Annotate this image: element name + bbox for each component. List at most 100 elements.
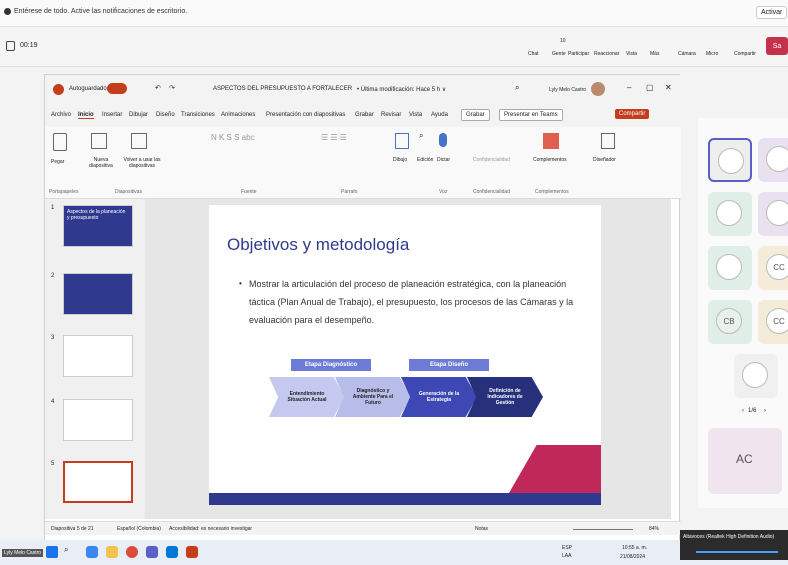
paste-button[interactable]: Pegar [51,159,64,165]
tab-insertar[interactable]: Insertar [102,112,122,118]
tab-dibujar[interactable]: Dibujar [129,112,148,118]
tab-grabar[interactable]: Grabar [355,112,374,118]
taskbar-user-label: Lyly Melo Castro [2,549,44,557]
files-icon[interactable] [86,546,98,558]
chat-button[interactable]: Chat [528,51,539,57]
slide-thumbnail-selected[interactable] [63,461,133,503]
participant-tile[interactable] [758,138,788,182]
avatar [718,148,744,174]
drawing-icon[interactable] [395,133,409,149]
powerpoint-taskbar-icon[interactable] [186,546,198,558]
autosave-toggle[interactable] [107,83,127,94]
slide-thumbnail[interactable]: Aspectos de la planeación y presupuesto [63,205,133,247]
paste-icon[interactable] [53,133,67,151]
new-slide-button[interactable]: Nueva diapositiva [83,157,119,169]
designer-button[interactable]: Diseñador [593,157,616,163]
slide-thumbnail[interactable] [63,273,133,315]
pager-next-icon[interactable]: › [764,408,766,414]
ribbon-tabs: Archivo Inicio Insertar Dibujar Diseño T… [45,105,681,127]
dictate-button[interactable]: Dictar [437,157,450,163]
tab-ayuda[interactable]: Ayuda [431,112,448,118]
start-icon[interactable] [46,546,58,558]
slide-thumbnail[interactable] [63,335,133,377]
minimize-icon[interactable]: – [627,83,631,92]
leave-button[interactable]: Sa [766,37,788,55]
folder-icon[interactable] [106,546,118,558]
redo-icon[interactable]: ↷ [169,84,175,92]
activate-notifications-button[interactable]: Activar [756,6,788,19]
title-bar: Autoguardado ↶ ↷ ASPECTOS DEL PRESUPUEST… [45,75,681,105]
addins-icon[interactable] [543,133,559,149]
participant-tile[interactable]: CB [708,300,752,344]
current-slide[interactable]: Objetivos y metodología • Mostrar la art… [209,205,601,505]
tab-animaciones[interactable]: Animaciones [221,112,255,118]
view-button[interactable]: Vista [626,51,637,57]
maximize-icon[interactable]: ▢ [646,83,654,92]
language-status[interactable]: Español (Colombia) [117,526,161,532]
tab-vista[interactable]: Vista [409,112,422,118]
tab-transiciones[interactable]: Transiciones [181,112,215,118]
close-icon[interactable]: ✕ [665,83,672,92]
participant-tile[interactable] [734,354,778,398]
accessibility-status[interactable]: Accesibilidad: es necesario investigar [169,526,252,532]
participant-tile[interactable]: AC [708,428,782,494]
drawing-button[interactable]: Dibujo [393,157,407,163]
taskbar-search-icon[interactable]: ⌕ [64,545,68,555]
people-button[interactable]: Gente [552,51,566,57]
undo-icon[interactable]: ↶ [155,84,161,92]
last-modified[interactable]: • Última modificación: Hace 5 h ∨ [357,86,446,93]
share-ppt-button[interactable]: Compartir [615,109,650,119]
zoom-slider[interactable] [573,529,633,530]
sensitivity-button[interactable]: Confidencialidad [473,157,510,163]
search-icon[interactable]: ⌕ [515,83,519,93]
powerpoint-logo-icon [53,84,64,95]
editing-button[interactable]: Edición [417,157,433,163]
user-name[interactable]: Lyly Melo Castro [549,87,586,93]
mic-button[interactable]: Micro [706,51,718,57]
thumb-number: 1 [51,205,55,211]
paragraph-controls[interactable]: ☰ ☰ ☰ [321,133,381,173]
edit-search-icon[interactable]: ⌕ [419,131,423,141]
participant-tile[interactable] [758,192,788,236]
react-button[interactable]: Reaccionar [594,51,619,57]
chrome-icon[interactable] [126,546,138,558]
group-portapapeles: Portapapeles [49,189,79,195]
share-button[interactable]: Compartir [734,51,756,57]
avatar: CB [716,308,742,334]
microphone-icon[interactable] [439,133,447,147]
notes-button[interactable]: Notas [475,526,488,532]
clock-time[interactable]: 10:55 a. m. [622,545,647,551]
pager-prev-icon[interactable]: ‹ [742,408,744,414]
volume-slider[interactable] [696,551,778,553]
participant-tile[interactable] [708,138,752,182]
tab-presentacion[interactable]: Presentación con diapositivas [266,112,345,118]
slide-title[interactable]: Objetivos y metodología [227,235,409,255]
language-indicator[interactable]: ESP [562,545,572,551]
tab-diseno[interactable]: Diseño [156,112,175,118]
participant-tile[interactable] [708,246,752,290]
tab-revisar[interactable]: Revisar [381,112,401,118]
zoom-level[interactable]: 84% [649,526,659,532]
teams-icon[interactable] [146,546,158,558]
addins-button[interactable]: Complementos [533,157,567,163]
user-avatar[interactable] [591,82,605,96]
camera-button[interactable]: Cámara [678,51,696,57]
participant-tile[interactable]: CC [758,300,788,344]
participant-tile[interactable] [708,192,752,236]
participant-tile[interactable]: CC [758,246,788,290]
slide-body-text[interactable]: Mostrar la articulación del proceso de p… [249,275,579,329]
new-slide-icon[interactable] [91,133,107,149]
record-button[interactable]: Grabar [461,109,490,121]
tab-archivo[interactable]: Archivo [51,112,71,118]
slide-thumbnail[interactable] [63,399,133,441]
outlook-icon[interactable] [166,546,178,558]
tab-inicio[interactable]: Inicio [78,112,94,119]
participate-button[interactable]: Participar [568,51,589,57]
font-controls[interactable]: N K S S abc [211,133,311,173]
present-teams-button[interactable]: Presentar en Teams [499,109,563,121]
reuse-slides-button[interactable]: Volver a usar las diapositivas [123,157,161,169]
designer-icon[interactable] [601,133,615,149]
more-button[interactable]: Más [650,51,659,57]
reuse-slides-icon[interactable] [131,133,147,149]
bell-icon [4,8,11,15]
